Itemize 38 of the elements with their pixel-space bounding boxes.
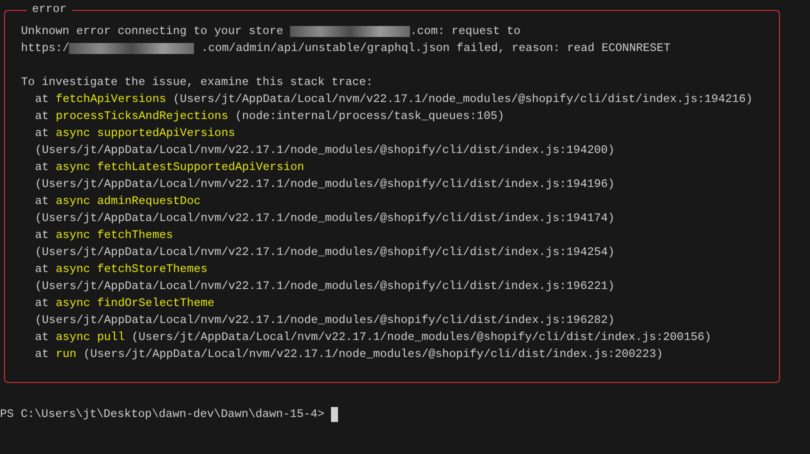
file-location: (Users/jt/AppData/Local/nvm/v22.17.1/node_modules/@shopify/cli/dist/index.js:194174) [35, 211, 615, 227]
function-name: async pull [56, 330, 125, 346]
file-location: (Users/jt/AppData/Local/nvm/v22.17.1/node_modules/@shopify/cli/dist/index.js:194216) [173, 92, 753, 108]
stack-at-text: at [35, 160, 49, 176]
message-text: Unknown error connecting to your store [21, 24, 284, 40]
function-name: async fetchLatestSupportedApiVersion [56, 160, 304, 176]
function-name: async findOrSelectTheme [56, 296, 214, 312]
file-location: (Users/jt/AppData/Local/nvm/v22.17.1/node_modules/@shopify/cli/dist/index.js:194254) [35, 245, 615, 261]
function-name: async fetchStoreThemes [56, 262, 208, 278]
hint-text: To investigate the issue, examine this stack trace: [21, 75, 374, 91]
error-box-title: error [31, 3, 68, 17]
text-cursor [331, 407, 338, 422]
file-location: (Users/jt/AppData/Local/nvm/v22.17.1/node_modules/@shopify/cli/dist/index.js:194196) [35, 177, 615, 193]
stack-at-text: at [35, 347, 49, 363]
function-name: processTicksAndRejections [56, 109, 228, 125]
stack-at-text: at [35, 126, 49, 142]
function-name: async fetchThemes [56, 228, 174, 244]
stack-at-text: at [35, 194, 49, 210]
function-name: run [56, 347, 76, 363]
file-location: (Users/jt/AppData/Local/nvm/v22.17.1/node_modules/@shopify/cli/dist/index.js:196221) [35, 279, 615, 295]
function-name: async supportedApiVersions [56, 126, 236, 142]
file-location: (Users/jt/AppData/Local/nvm/v22.17.1/node_modules/@shopify/cli/dist/index.js:196282) [35, 313, 615, 329]
stack-at-text: at [35, 296, 49, 312]
function-name: fetchApiVersions [56, 92, 166, 108]
file-location: (Users/jt/AppData/Local/nvm/v22.17.1/node_modules/@shopify/cli/dist/index.js:200156) [132, 330, 712, 346]
stack-at-text: at [35, 109, 49, 125]
message-text: .com: request to [410, 24, 521, 40]
file-location: (Users/jt/AppData/Local/nvm/v22.17.1/node_modules/@shopify/cli/dist/index.js:194200) [35, 143, 615, 159]
stack-at-text: at [35, 228, 49, 244]
prompt-text: PS C:\Users\jt\Desktop\dawn-dev\Dawn\dawn-15-4> [0, 407, 324, 423]
stack-at-text: at [35, 92, 49, 108]
file-location: (Users/jt/AppData/Local/nvm/v22.17.1/node_modules/@shopify/cli/dist/index.js:200223) [83, 347, 664, 363]
message-text: .com/admin/api/unstable/graphql.json failed, reason: read ECONNRESET [201, 41, 670, 57]
stack-at-text: at [35, 262, 49, 278]
file-location: (node:internal/process/task_queues:105) [235, 109, 504, 125]
function-name: async adminRequestDoc [56, 194, 201, 210]
message-text: https:/ [21, 41, 70, 57]
stack-at-text: at [35, 330, 49, 346]
